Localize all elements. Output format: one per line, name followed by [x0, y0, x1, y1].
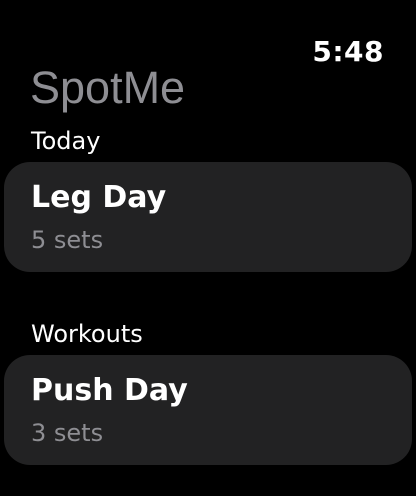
app-title: SpotMe	[30, 62, 186, 113]
workout-card-subtitle: 3 sets	[31, 419, 104, 447]
workout-card-push-day[interactable]: Push Day 3 sets	[4, 355, 412, 465]
section-header-today: Today	[31, 127, 101, 155]
status-time: 5:48	[312, 35, 384, 68]
workout-card-subtitle: 5 sets	[31, 226, 104, 254]
workout-card-title: Leg Day	[31, 180, 167, 215]
workout-card-leg-day[interactable]: Leg Day 5 sets	[4, 162, 412, 272]
workout-card-title: Push Day	[31, 373, 188, 408]
section-header-workouts: Workouts	[31, 320, 143, 348]
